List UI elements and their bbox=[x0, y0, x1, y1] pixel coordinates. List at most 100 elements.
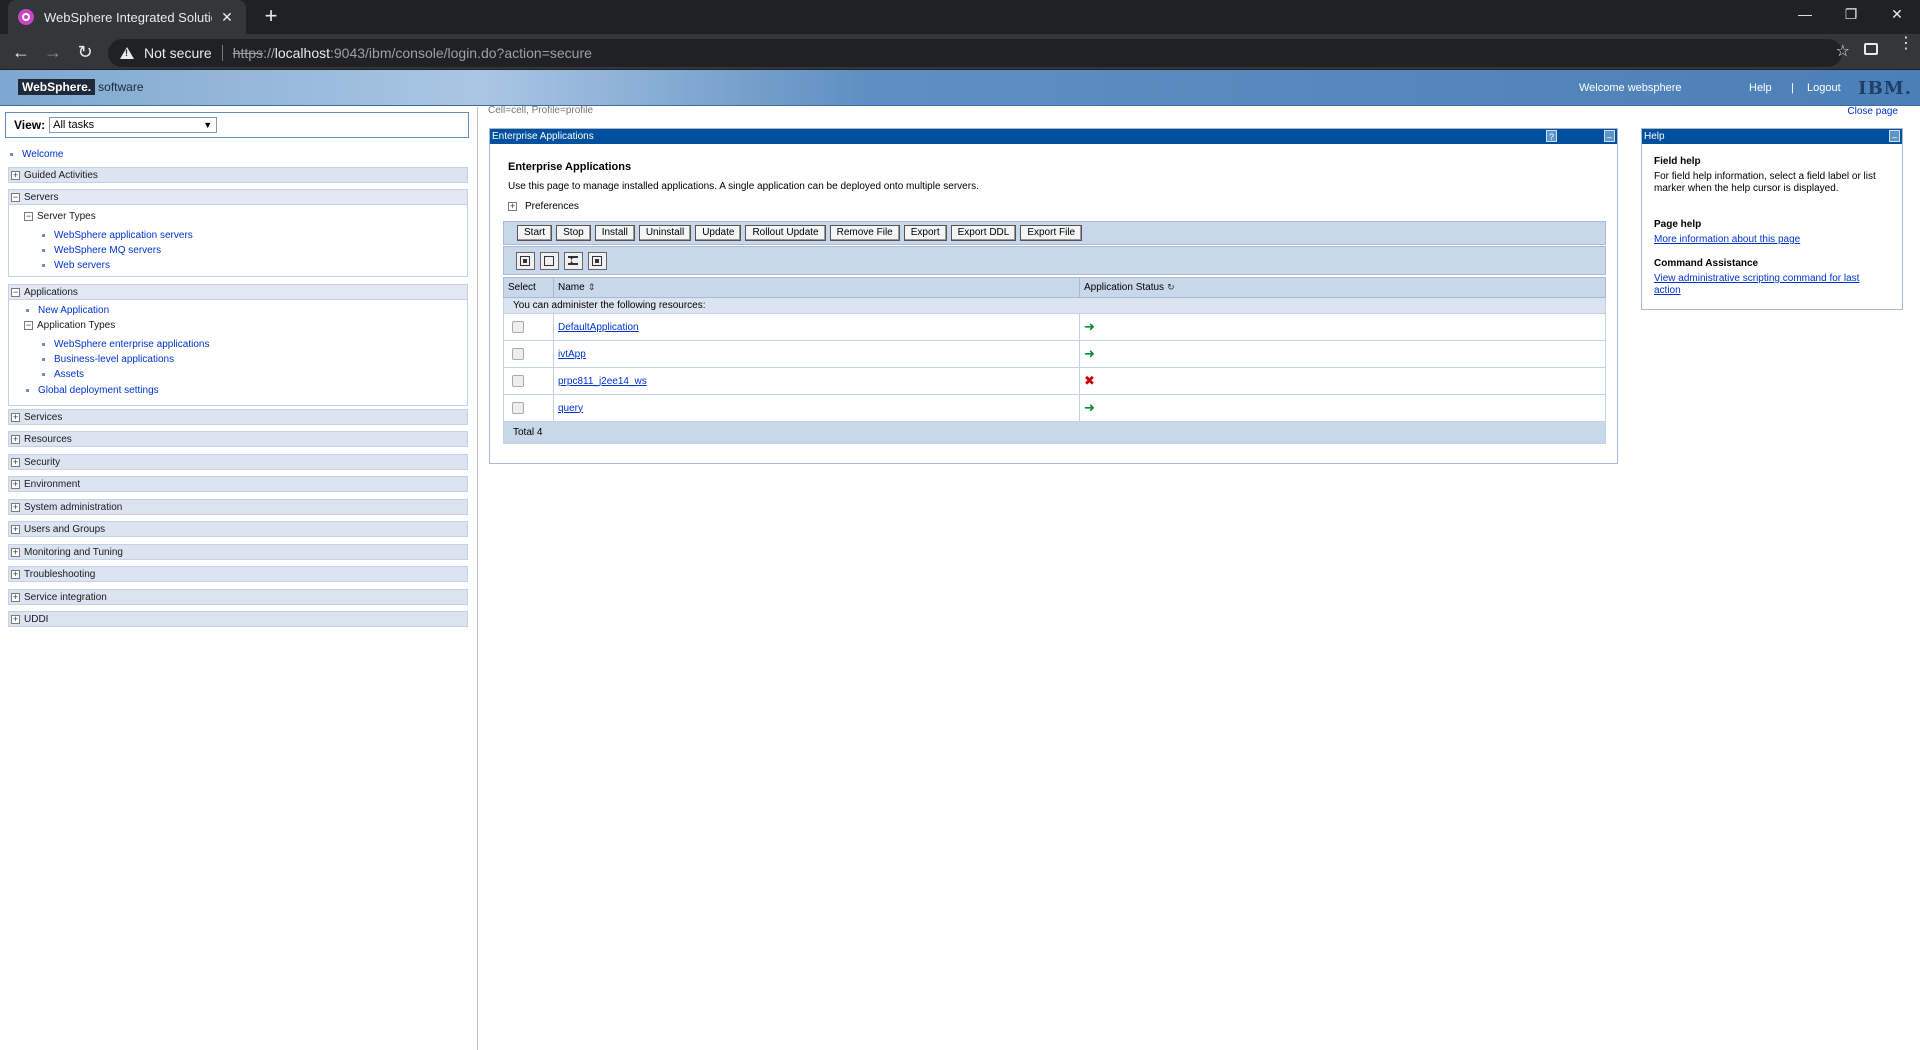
welcome-text: Welcome websphere bbox=[1579, 82, 1682, 94]
expand-icon: + bbox=[11, 568, 20, 579]
nav-assets[interactable]: Assets bbox=[42, 369, 84, 380]
row-checkbox[interactable] bbox=[512, 375, 524, 387]
nav-welcome[interactable]: Welcome bbox=[10, 149, 64, 160]
nav-new-application[interactable]: New Application bbox=[26, 305, 109, 316]
forward-icon[interactable]: → bbox=[42, 41, 64, 63]
nav-web-servers[interactable]: Web servers bbox=[42, 260, 110, 271]
ibm-logo: IBM. bbox=[1858, 78, 1912, 99]
close-tab-icon[interactable]: ✕ bbox=[218, 9, 236, 26]
nav-section-environment[interactable]: + Environment bbox=[8, 476, 468, 492]
table-row: prpc811_j2ee14_ws ✖ bbox=[503, 367, 1606, 395]
command-assistance-link[interactable]: View administrative scripting command fo… bbox=[1654, 273, 1884, 297]
close-page-link[interactable]: Close page bbox=[1847, 106, 1898, 117]
browser-menu-icon[interactable]: ⋮ bbox=[1898, 36, 1914, 52]
refresh-status-icon[interactable]: ↻ bbox=[1167, 282, 1175, 292]
nav-section-servers[interactable]: − Servers bbox=[8, 189, 468, 205]
collapse-icon: − bbox=[11, 191, 20, 202]
security-status[interactable]: Not secure bbox=[144, 45, 212, 61]
collapse-icon: − bbox=[11, 286, 20, 297]
remove-file-button[interactable]: Remove File bbox=[829, 225, 900, 241]
nav-server-types[interactable]: − Server Types bbox=[24, 211, 96, 222]
bookmark-star-icon[interactable]: ☆ bbox=[1836, 41, 1850, 61]
nav-section-monitoring-and-tuning[interactable]: + Monitoring and Tuning bbox=[8, 544, 468, 560]
logout-link[interactable]: Logout bbox=[1807, 82, 1841, 94]
minimize-panel-icon[interactable]: – bbox=[1604, 130, 1615, 142]
bullet-icon bbox=[26, 389, 29, 392]
uninstall-button[interactable]: Uninstall bbox=[638, 225, 692, 241]
extension-icon[interactable] bbox=[1864, 43, 1878, 55]
nav-section-service-integration[interactable]: + Service integration bbox=[8, 589, 468, 605]
nav-websphere-app-servers[interactable]: WebSphere application servers bbox=[42, 230, 193, 241]
view-select[interactable]: All tasks bbox=[49, 117, 218, 133]
nav-section-security[interactable]: + Security bbox=[8, 454, 468, 470]
export-ddl-button[interactable]: Export DDL bbox=[950, 225, 1017, 241]
export-button[interactable]: Export bbox=[903, 225, 947, 241]
address-bar[interactable]: Not secure https://localhost:9043/ibm/co… bbox=[108, 39, 1842, 67]
row-checkbox[interactable] bbox=[512, 348, 524, 360]
nav-section-users-and-groups[interactable]: + Users and Groups bbox=[8, 521, 468, 537]
nav-section-resources[interactable]: + Resources bbox=[8, 431, 468, 447]
app-link[interactable]: DefaultApplication bbox=[558, 322, 639, 333]
rollout-update-button[interactable]: Rollout Update bbox=[745, 225, 826, 241]
expand-icon: + bbox=[11, 546, 20, 557]
expand-collapse-icon[interactable] bbox=[564, 251, 583, 270]
page-help-title: Page help bbox=[1654, 219, 1702, 230]
restore-window-icon[interactable]: ❐ bbox=[1828, 0, 1874, 30]
back-icon[interactable]: ← bbox=[10, 41, 32, 63]
app-link[interactable]: ivtApp bbox=[558, 349, 586, 360]
help-question-icon[interactable]: ? bbox=[1546, 130, 1557, 142]
select-all-icon[interactable] bbox=[516, 251, 535, 270]
start-button[interactable]: Start bbox=[517, 225, 553, 241]
page-description: Use this page to manage installed applic… bbox=[508, 181, 979, 192]
nav-section-system-administration[interactable]: + System administration bbox=[8, 499, 468, 515]
row-checkbox[interactable] bbox=[512, 321, 524, 333]
reload-icon[interactable]: ↻ bbox=[74, 41, 96, 63]
page-heading: Enterprise Applications bbox=[508, 161, 632, 173]
deselect-all-icon[interactable] bbox=[540, 251, 559, 270]
nav-section-guided-activities[interactable]: + Guided Activities bbox=[8, 167, 468, 183]
update-button[interactable]: Update bbox=[695, 225, 742, 241]
close-window-icon[interactable]: ✕ bbox=[1874, 0, 1920, 30]
field-help-text: For field help information, select a fie… bbox=[1654, 171, 1876, 194]
nav-section-uddi[interactable]: + UDDI bbox=[8, 611, 468, 627]
filter-icon[interactable] bbox=[588, 251, 607, 270]
column-status[interactable]: Application Status ↻ bbox=[1079, 277, 1606, 298]
table-row: DefaultApplication ➜ bbox=[503, 313, 1606, 341]
nav-global-deployment-settings[interactable]: Global deployment settings bbox=[26, 385, 159, 396]
help-link[interactable]: Help bbox=[1749, 82, 1772, 94]
banner-divider: | bbox=[1791, 82, 1794, 94]
export-file-button[interactable]: Export File bbox=[1020, 225, 1083, 241]
minimize-window-icon[interactable]: — bbox=[1782, 0, 1828, 30]
row-checkbox[interactable] bbox=[512, 402, 524, 414]
nav-business-level-apps[interactable]: Business-level applications bbox=[42, 354, 174, 365]
nav-section-applications[interactable]: − Applications bbox=[8, 284, 468, 300]
collapse-icon: − bbox=[24, 211, 33, 221]
nav-websphere-enterprise-apps[interactable]: WebSphere enterprise applications bbox=[42, 339, 209, 350]
browser-tab[interactable]: WebSphere Integrated Solutions ✕ bbox=[8, 0, 246, 34]
tab-title: WebSphere Integrated Solutions bbox=[44, 9, 212, 25]
left-navigation: View: All tasks Welcome +Guided Activiti… bbox=[0, 107, 478, 1050]
page-help-link[interactable]: More information about this page bbox=[1654, 234, 1884, 246]
view-filter: View: All tasks bbox=[5, 112, 469, 138]
expand-icon: + bbox=[11, 501, 20, 512]
column-name[interactable]: Name ⇕ bbox=[553, 277, 1080, 298]
preferences-toggle[interactable]: + Preferences bbox=[508, 201, 579, 212]
bullet-icon bbox=[26, 309, 29, 312]
minimize-help-icon[interactable]: – bbox=[1889, 130, 1900, 142]
new-tab-button[interactable]: + bbox=[260, 5, 282, 27]
nav-section-troubleshooting[interactable]: + Troubleshooting bbox=[8, 566, 468, 582]
nav-websphere-mq-servers[interactable]: WebSphere MQ servers bbox=[42, 245, 161, 256]
help-panel-header: Help – bbox=[1642, 129, 1902, 144]
help-panel: Help – Field help For field help informa… bbox=[1641, 128, 1903, 310]
url-text[interactable]: https://localhost:9043/ibm/console/login… bbox=[233, 45, 592, 61]
expand-icon: + bbox=[508, 201, 517, 211]
app-link[interactable]: query bbox=[558, 403, 583, 414]
expand-icon: + bbox=[11, 591, 20, 602]
install-button[interactable]: Install bbox=[594, 225, 635, 241]
nav-application-types[interactable]: − Application Types bbox=[24, 320, 115, 331]
sort-icon[interactable]: ⇕ bbox=[588, 282, 596, 292]
app-link[interactable]: prpc811_j2ee14_ws bbox=[558, 376, 647, 387]
stop-button[interactable]: Stop bbox=[556, 225, 591, 241]
nav-section-services[interactable]: + Services bbox=[8, 409, 468, 425]
expand-icon: + bbox=[11, 433, 20, 444]
